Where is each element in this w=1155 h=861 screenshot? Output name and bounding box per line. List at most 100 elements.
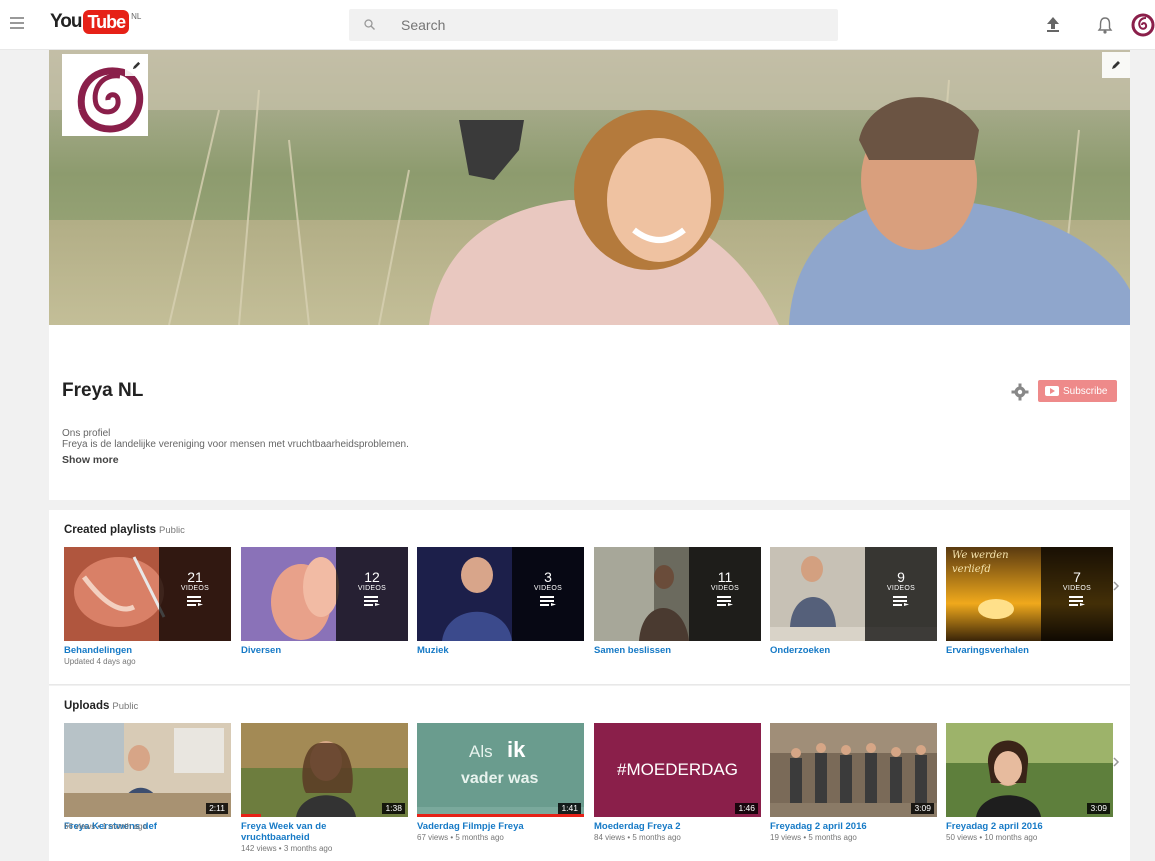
playlist-card[interactable]: 11 VIDEOS Samen beslissen (594, 547, 761, 657)
pencil-icon (132, 61, 140, 69)
playlists-shelf: Created playlists Public 21 VIDEOS Behand… (49, 510, 1130, 685)
thumb-text-ik: ik (507, 737, 526, 762)
logo-region: NL (131, 12, 142, 21)
video-title-line1: Freyadag 2 april 2016 (770, 821, 867, 832)
video-title[interactable]: Freya Week van de vruchtbaarheid (241, 821, 408, 843)
about-heading: Ons profiel (62, 428, 111, 439)
subscribe-button[interactable]: Subscribe (1038, 380, 1117, 402)
playlist-video-count: 21 (187, 569, 203, 585)
thumb-text-line1: We werden (952, 550, 1009, 561)
playlist-thumbnail[interactable]: 3 VIDEOS (417, 547, 584, 641)
chevron-right-icon[interactable] (1112, 756, 1122, 770)
playlist-count-overlay: 12 VIDEOS (336, 547, 408, 641)
search-input[interactable] (401, 17, 821, 33)
playlist-icon (1069, 596, 1085, 606)
video-card[interactable]: 1:38 Freya Week van de vruchtbaarheid 142… (241, 723, 408, 854)
videos-label: VIDEOS (886, 585, 916, 592)
playlist-thumbnail[interactable]: 9 VIDEOS (770, 547, 937, 641)
videos-label: VIDEOS (710, 585, 740, 592)
video-meta: 50 views • 10 months ago (946, 833, 1038, 842)
gear-icon[interactable] (1011, 383, 1029, 401)
playlist-video-count: 3 (544, 569, 552, 585)
upload-icon[interactable] (1045, 15, 1061, 33)
playlist-icon (540, 596, 556, 606)
video-meta: 19 views • 5 months ago (770, 833, 857, 842)
video-meta: 67 views • 5 months ago (417, 833, 504, 842)
thumb-text-line2: verliefd (952, 564, 991, 575)
video-card[interactable]: Als ik vader was 1:41 Vaderdag Filmpje F… (417, 723, 584, 843)
playlist-icon (893, 596, 909, 606)
video-card[interactable]: 2:11 Freya Kerstwens def 66 views • 1 mo… (64, 723, 231, 832)
thumb-text-moederdag: #MOEDERDAG (617, 760, 738, 779)
video-title[interactable]: Moederdag Freya 2 (594, 821, 761, 832)
video-thumbnail[interactable]: 3:09 (946, 723, 1113, 817)
video-title[interactable]: Vaderdag Filmpje Freya (417, 821, 584, 832)
channel-banner (49, 50, 1130, 325)
playlist-video-count: 12 (364, 569, 380, 585)
notifications-bell-icon[interactable] (1097, 15, 1113, 35)
video-thumbnail[interactable]: 1:38 (241, 723, 408, 817)
video-card[interactable]: 3:09 Freyadag 2 april 2016 19 views • 5 … (770, 723, 937, 843)
shelf-title-text: Created playlists (64, 524, 157, 536)
video-meta: 84 views • 5 months ago (594, 833, 681, 842)
playlist-thumbnail[interactable]: 21 VIDEOS (64, 547, 231, 641)
thumb-text-als: Als (469, 742, 493, 761)
pencil-icon (1112, 61, 1120, 69)
search-box[interactable] (349, 9, 838, 41)
watch-progress-bar (241, 814, 261, 817)
playlists-shelf-title[interactable]: Created playlists Public (64, 524, 185, 536)
search-icon[interactable] (349, 18, 389, 33)
playlist-count-overlay: 7 VIDEOS (1041, 547, 1113, 641)
channel-title: Freya NL (62, 380, 144, 401)
playlist-icon (364, 596, 380, 606)
watch-progress-bar (417, 814, 584, 817)
video-thumbnail[interactable]: #MOEDERDAG 1:46 (594, 723, 761, 817)
playlist-count-overlay: 3 VIDEOS (512, 547, 584, 641)
video-card[interactable]: 3:09 Freyadag 2 april 2016 50 views • 10… (946, 723, 1113, 843)
avatar-edit-button[interactable] (125, 54, 147, 76)
playlist-card[interactable]: 12 VIDEOS Diversen (241, 547, 408, 657)
playlist-title[interactable]: Muziek (417, 645, 584, 656)
show-more-link[interactable]: Show more (62, 454, 119, 466)
videos-label: VIDEOS (357, 585, 387, 592)
playlist-thumbnail[interactable]: 12 VIDEOS (241, 547, 408, 641)
video-title[interactable]: Freyadag 2 april 2016 (770, 821, 937, 832)
playlist-count-overlay: 11 VIDEOS (689, 547, 761, 641)
videos-label: VIDEOS (180, 585, 210, 592)
playlist-count-overlay: 9 VIDEOS (865, 547, 937, 641)
playlist-card[interactable]: 9 VIDEOS Onderzoeken (770, 547, 937, 657)
playlist-title[interactable]: Behandelingen (64, 645, 231, 656)
video-duration: 3:09 (911, 803, 934, 814)
playlist-thumbnail[interactable]: We werden verliefd 7 VIDEOS (946, 547, 1113, 641)
playlist-card[interactable]: 21 VIDEOS Behandelingen Updated 4 days a… (64, 547, 231, 667)
video-title[interactable]: Freyadag 2 april 2016 (946, 821, 1113, 832)
video-card[interactable]: #MOEDERDAG 1:46 Moederdag Freya 2 84 vie… (594, 723, 761, 843)
video-title-line1: Freya Week van de (241, 821, 327, 832)
playlist-title[interactable]: Samen beslissen (594, 645, 761, 656)
video-thumbnail[interactable]: 2:11 (64, 723, 231, 817)
youtube-logo[interactable]: You Tube NL (50, 10, 141, 36)
playlist-card[interactable]: 3 VIDEOS Muziek (417, 547, 584, 657)
video-duration: 1:41 (558, 803, 581, 814)
about-text: Freya is de landelijke vereniging voor m… (62, 439, 409, 450)
playlist-title[interactable]: Diversen (241, 645, 408, 656)
video-thumbnail[interactable]: Als ik vader was 1:41 (417, 723, 584, 817)
uploads-shelf: Uploads Public 2:11 Freya Kerstwens def 6… (49, 686, 1130, 861)
videos-label: VIDEOS (1062, 585, 1092, 592)
banner-edit-button[interactable] (1102, 52, 1130, 78)
playlist-card[interactable]: We werden verliefd 7 VIDEOS Ervaringsver… (946, 547, 1113, 657)
uploads-shelf-title[interactable]: Uploads Public (64, 700, 138, 712)
account-avatar[interactable] (1130, 12, 1155, 38)
playlist-title[interactable]: Onderzoeken (770, 645, 937, 656)
visibility-label: Public (159, 525, 185, 536)
videos-label: VIDEOS (533, 585, 563, 592)
video-title-line1: Moederdag Freya 2 (594, 821, 681, 832)
video-thumbnail[interactable]: 3:09 (770, 723, 937, 817)
menu-icon[interactable] (10, 14, 24, 34)
logo-tube-text: Tube (83, 10, 130, 34)
chevron-right-icon[interactable] (1112, 580, 1122, 594)
video-meta: 142 views • 3 months ago (241, 844, 333, 853)
playlist-title[interactable]: Ervaringsverhalen (946, 645, 1113, 656)
playlist-thumbnail[interactable]: 11 VIDEOS (594, 547, 761, 641)
video-title-line2: vruchtbaarheid (241, 832, 310, 843)
